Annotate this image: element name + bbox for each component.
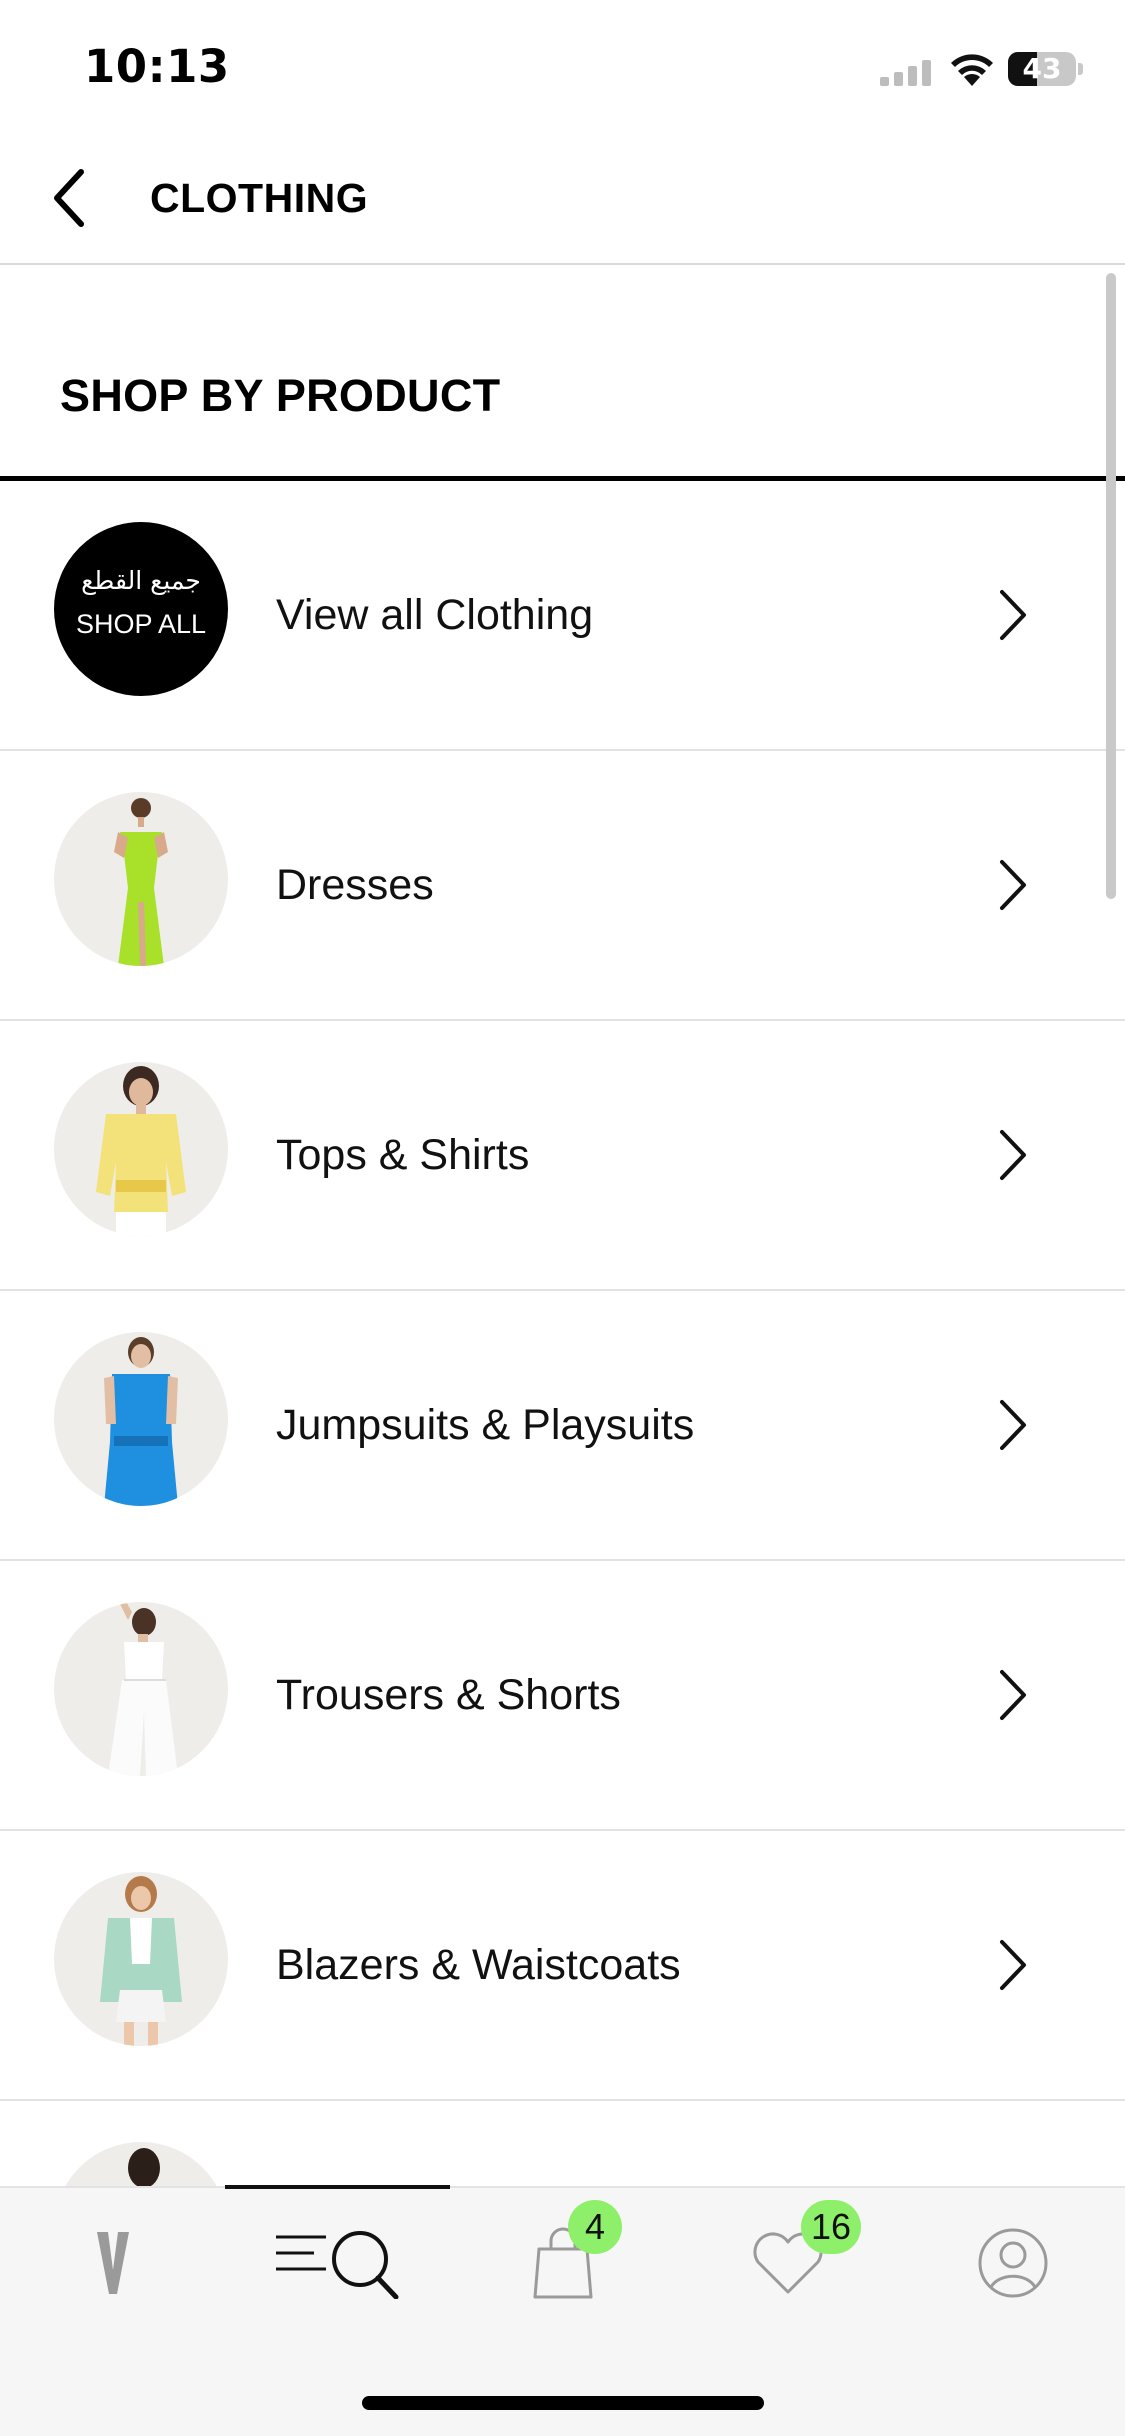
category-list: جميع القطع SHOP ALL View all Clothing Dr… [0,481,1125,2371]
list-item-label: View all Clothing [276,591,594,639]
home-indicator [362,2396,764,2410]
brand-v-icon [96,2232,129,2294]
menu-search-icon [275,2231,398,2299]
chevron-left-icon [54,169,84,227]
tops-shirts-thumbnail [54,1062,228,1236]
page-title: CLOTHING [150,175,369,221]
scrollbar[interactable] [1106,273,1116,899]
tab-brand[interactable] [0,2188,225,2338]
section-title: SHOP BY PRODUCT [60,370,501,421]
wifi-icon [951,54,993,86]
tab-menu-search[interactable] [225,2188,450,2338]
list-item-tops-shirts[interactable]: Tops & Shirts [0,1021,1125,1291]
tab-account[interactable] [900,2188,1125,2338]
user-icon [978,2228,1047,2298]
list-item-label: Jumpsuits & Playsuits [276,1401,695,1449]
dresses-thumbnail [54,792,228,966]
tab-wishlist[interactable]: 16 [675,2188,900,2338]
battery-icon: 43 [1008,52,1083,86]
nav-header: CLOTHING [0,135,1125,265]
list-item-blazers-waistcoats[interactable]: Blazers & Waistcoats [0,1831,1125,2101]
chevron-right-icon [1000,1400,1026,1450]
trousers-shorts-thumbnail [54,1602,228,1776]
bag-count-badge: 4 [568,2200,622,2254]
shop-all-arabic-label: جميع القطع [81,566,201,595]
list-item-jumpsuits-playsuits[interactable]: Jumpsuits & Playsuits [0,1291,1125,1561]
list-item-label: Dresses [276,861,434,909]
list-item-dresses[interactable]: Dresses [0,751,1125,1021]
shop-all-label: SHOP ALL [75,609,207,639]
jumpsuits-thumbnail [54,1332,228,1506]
list-item-label: Blazers & Waistcoats [276,1941,681,1989]
list-item-view-all-clothing[interactable]: جميع القطع SHOP ALL View all Clothing [0,481,1125,751]
back-button[interactable] [34,163,104,233]
status-bar: 10:13 43 [0,0,1125,135]
list-item-trousers-shorts[interactable]: Trousers & Shorts [0,1561,1125,1831]
status-time: 10:13 [84,40,230,93]
list-item-label: Tops & Shirts [276,1131,530,1179]
tab-bag[interactable]: 4 [450,2188,675,2338]
chevron-right-icon [1000,860,1026,910]
chevron-right-icon [1000,1670,1026,1720]
shop-all-badge: جميع القطع SHOP ALL [54,522,228,696]
battery-percent: 43 [1022,52,1062,85]
chevron-right-icon [1000,1130,1026,1180]
chevron-right-icon [1000,590,1026,640]
cellular-signal-icon [880,60,931,86]
chevron-right-icon [1000,1940,1026,1990]
wishlist-count-badge: 16 [801,2200,862,2254]
list-item-label: Trousers & Shorts [276,1671,621,1719]
blazers-thumbnail [54,1872,228,2046]
